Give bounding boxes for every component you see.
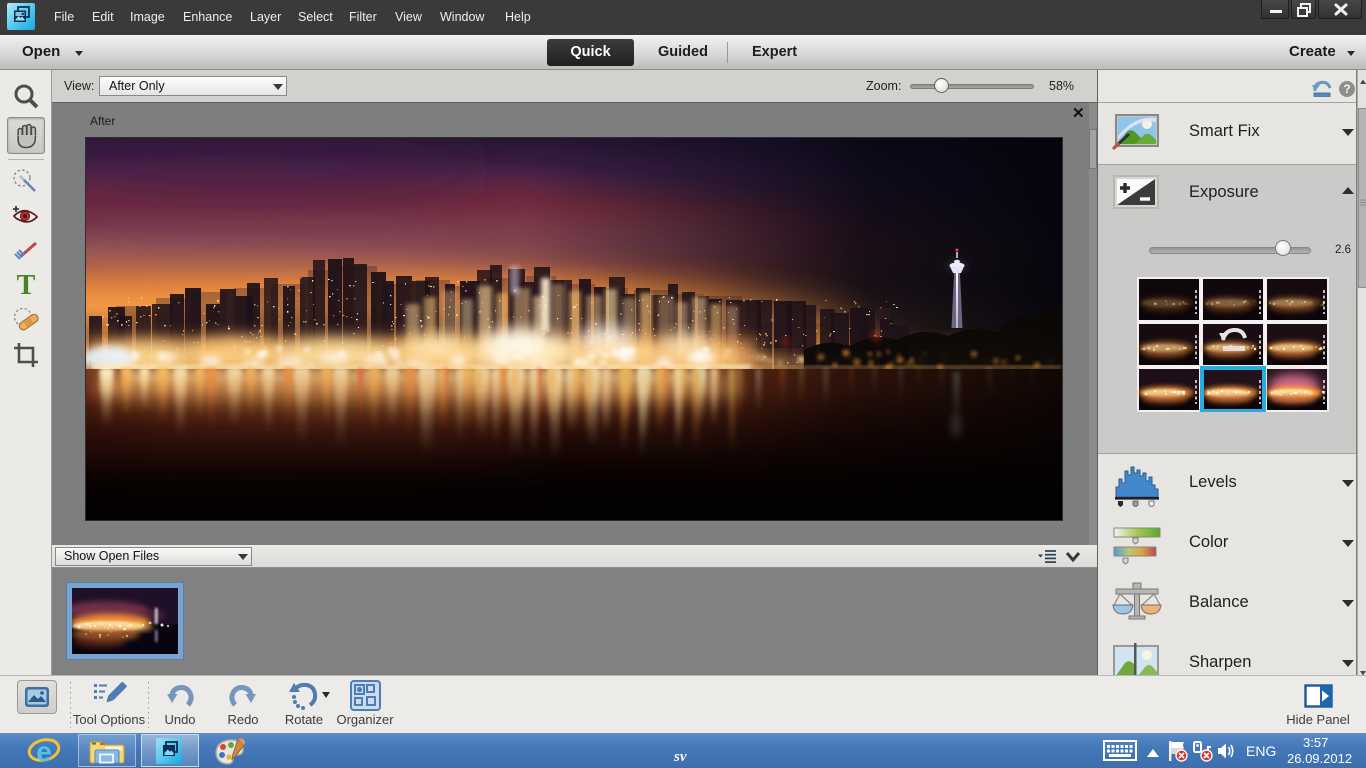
svg-text:e: e xyxy=(36,736,52,766)
svg-text:T: T xyxy=(17,270,36,301)
